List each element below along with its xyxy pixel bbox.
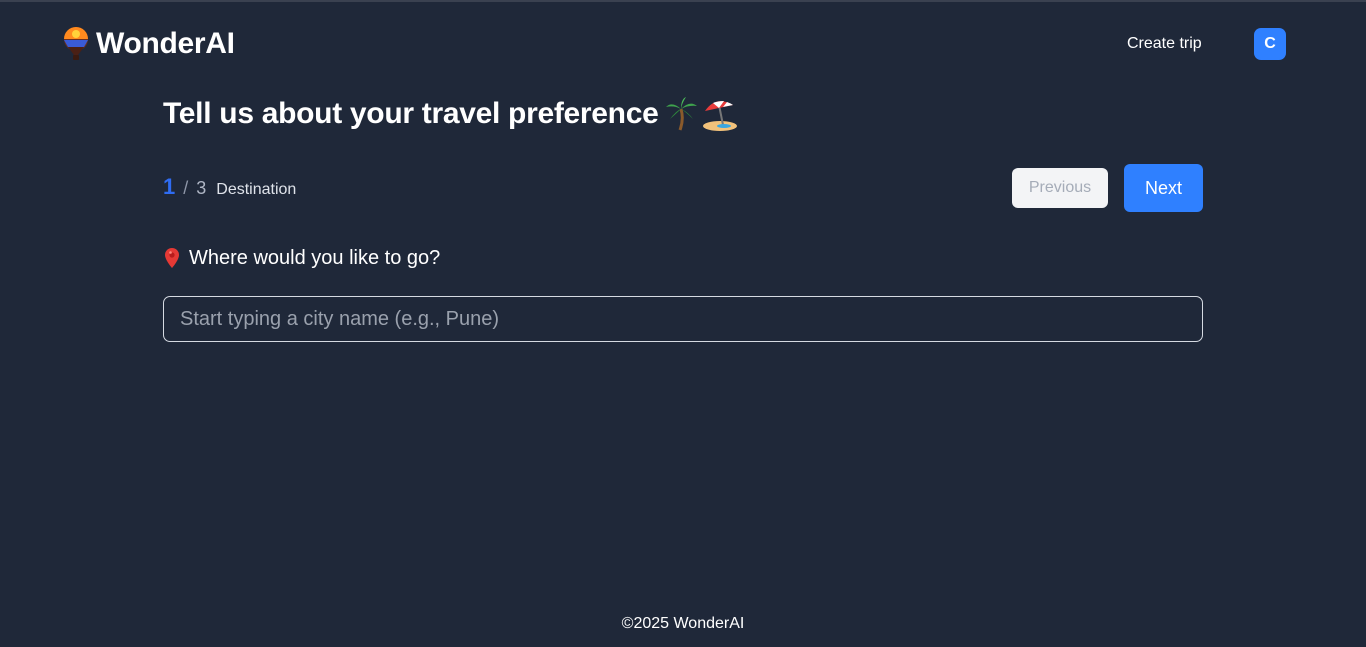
- step-indicator: 1 / 3 Destination: [163, 174, 296, 202]
- hot-air-balloon-icon: [64, 27, 88, 60]
- user-avatar[interactable]: C: [1254, 28, 1286, 60]
- step-current: 1: [163, 174, 176, 199]
- title-emojis: [666, 97, 738, 131]
- destination-question: Where would you like to go?: [163, 245, 440, 271]
- app-name: WonderAI: [96, 27, 235, 60]
- palm-tree-icon: [666, 97, 698, 131]
- create-trip-link[interactable]: Create trip: [1127, 32, 1202, 56]
- map-pin-icon: [165, 248, 179, 268]
- app-logo[interactable]: WonderAI: [62, 24, 235, 64]
- beach-umbrella-icon: [703, 101, 738, 131]
- step-label: Destination: [216, 181, 297, 198]
- question-text: Where would you like to go?: [189, 246, 441, 269]
- step-total: 3: [196, 178, 207, 198]
- page-title: Tell us about your travel preference: [163, 94, 738, 134]
- city-search-input[interactable]: [163, 296, 1203, 342]
- page-title-text: Tell us about your travel preference: [163, 97, 659, 130]
- previous-button[interactable]: Previous: [1012, 168, 1108, 208]
- next-button[interactable]: Next: [1124, 164, 1203, 212]
- footer-copyright: ©2025 WonderAI: [621, 615, 745, 632]
- step-separator: /: [183, 178, 189, 198]
